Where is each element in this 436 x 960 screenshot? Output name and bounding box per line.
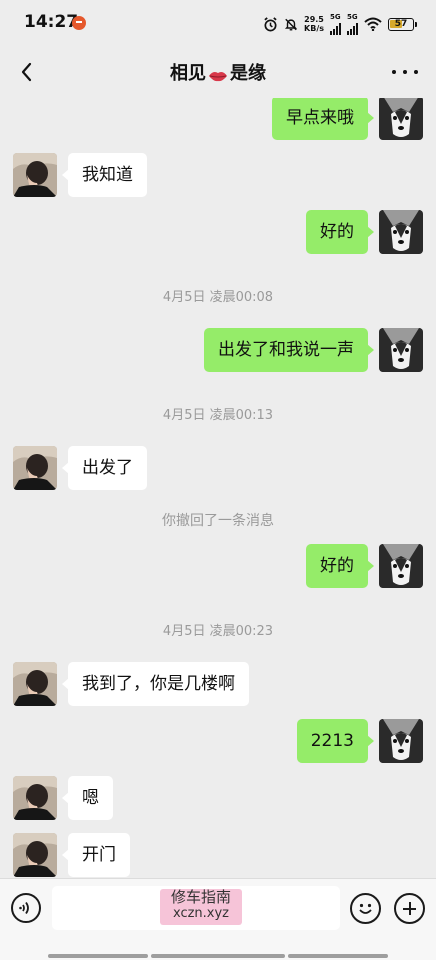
husky-avatar-icon [379, 719, 423, 763]
contact-avatar[interactable] [13, 833, 57, 877]
battery-icon: 57 [388, 17, 417, 31]
my-avatar[interactable] [379, 544, 423, 588]
contact-avatar[interactable] [13, 776, 57, 820]
husky-avatar-icon [379, 98, 423, 140]
contact-avatar[interactable] [13, 662, 57, 706]
plus-icon[interactable] [394, 893, 425, 924]
gesture-segment [48, 954, 148, 958]
net-speed-value: 29.5 [304, 15, 324, 24]
contact-avatar[interactable] [13, 153, 57, 197]
recall-notice: 你撤回了一条消息 [162, 513, 274, 529]
my-avatar[interactable] [379, 328, 423, 372]
more-dot [403, 70, 407, 74]
net-speed: 29.5 KB/s [304, 15, 324, 33]
voice-icon [19, 901, 29, 915]
signal-bars-icon [347, 21, 358, 35]
husky-avatar-icon [379, 328, 423, 372]
my-avatar[interactable] [379, 98, 423, 140]
gesture-bar [0, 950, 436, 960]
girl-avatar-icon [13, 662, 57, 706]
girl-avatar-icon [13, 153, 57, 197]
status-bar: 14:27 29.5 KB/s 5G 5G 57 [0, 0, 436, 46]
gesture-segment [288, 954, 388, 958]
battery-level: 57 [394, 19, 408, 29]
more-dot [414, 70, 418, 74]
sim2-signal: 5G [347, 12, 358, 35]
sent-message-bubble[interactable]: 好的 [306, 544, 374, 588]
contact-avatar[interactable] [13, 446, 57, 490]
sim2-label: 5G [347, 12, 358, 21]
chat-title-part2: 是缘 [230, 63, 266, 84]
chat-title: 相见 是缘 [0, 59, 436, 85]
more-dots-icon [392, 70, 396, 74]
wifi-icon [364, 17, 382, 31]
chat-header: 相见 是缘 [0, 46, 436, 98]
watermark-line1: 修车指南 [170, 888, 231, 906]
received-message-bubble[interactable]: 我知道 [62, 153, 147, 197]
app-notification-icon [72, 16, 86, 30]
sent-message-bubble[interactable]: 2213 [296, 719, 375, 763]
status-icons: 29.5 KB/s 5G 5G 57 [263, 12, 417, 35]
net-speed-unit: KB/s [304, 24, 324, 33]
husky-avatar-icon [379, 210, 423, 254]
my-avatar[interactable] [379, 719, 423, 763]
watermark-line2: xczn.xyz [172, 906, 230, 921]
sim1-label: 5G [330, 12, 341, 21]
signal-bars-icon [330, 21, 341, 35]
alarm-icon [264, 16, 277, 31]
status-time: 14:27 [24, 12, 79, 32]
mute-bell-icon [284, 18, 298, 30]
girl-avatar-icon [13, 833, 57, 877]
chat-title-part1: 相见 [170, 63, 206, 84]
received-message-bubble[interactable]: 出发了 [62, 446, 147, 490]
message-input[interactable]: 修车指南 xczn.xyz [52, 886, 340, 930]
gesture-segment [151, 954, 285, 958]
girl-avatar-icon [13, 446, 57, 490]
sent-message-bubble[interactable]: 早点来哦 [272, 98, 374, 140]
emoji-icon [359, 903, 372, 914]
timestamp-label: 4月5日 凌晨00:13 [162, 408, 274, 423]
received-message-bubble[interactable]: 嗯 [62, 776, 113, 820]
lips-icon [208, 66, 228, 82]
sim1-signal: 5G [330, 12, 341, 35]
girl-avatar-icon [13, 776, 57, 820]
watermark: 修车指南 xczn.xyz [160, 889, 242, 925]
husky-avatar-icon [379, 544, 423, 588]
voice-button[interactable] [11, 893, 41, 923]
received-message-bubble[interactable]: 我到了，你是几楼啊 [62, 662, 249, 706]
timestamp-label: 4月5日 凌晨00:08 [162, 290, 274, 305]
received-message-bubble[interactable]: 开门 [62, 833, 130, 877]
input-bar: 修车指南 xczn.xyz [0, 878, 436, 960]
more-options-button[interactable] [392, 60, 418, 84]
chat-area[interactable]: 早点来哦 我知道 好的 4月5日 凌晨00:08 出发了和我说一声 4月5日 凌… [0, 98, 436, 878]
timestamp-label: 4月5日 凌晨00:23 [162, 624, 274, 639]
sent-message-bubble[interactable]: 出发了和我说一声 [204, 328, 374, 372]
my-avatar[interactable] [379, 210, 423, 254]
emoji-button[interactable] [350, 893, 381, 924]
sent-message-bubble[interactable]: 好的 [306, 210, 374, 254]
